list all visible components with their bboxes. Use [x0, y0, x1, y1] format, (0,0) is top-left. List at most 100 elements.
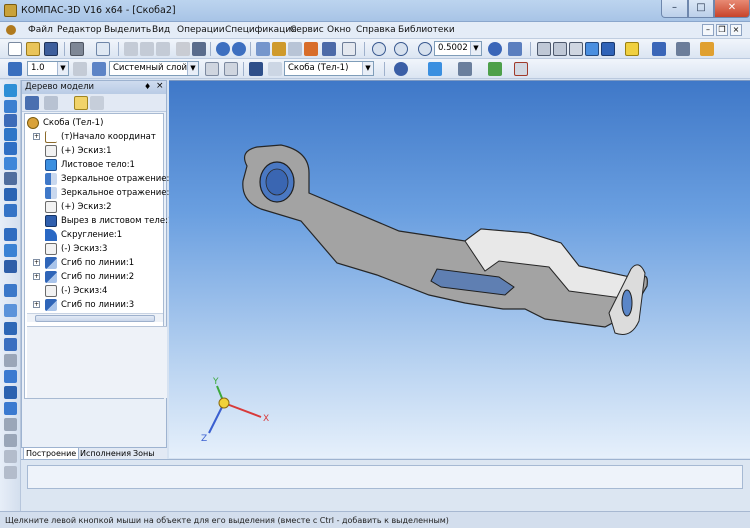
menu-window[interactable]: Окно — [327, 25, 351, 35]
tree-horizontal-scrollbar[interactable] — [27, 313, 163, 322]
appearance-icon[interactable] — [700, 42, 714, 56]
angle-step-icon[interactable] — [73, 62, 87, 76]
cut-icon[interactable] — [124, 42, 138, 56]
part-icon[interactable] — [268, 62, 282, 76]
tool-icon[interactable] — [4, 204, 17, 217]
calculator-icon[interactable] — [322, 42, 336, 56]
tool-icon[interactable] — [4, 244, 17, 257]
shaded-edges-icon[interactable] — [601, 42, 615, 56]
menu-file[interactable]: Файл — [28, 25, 53, 35]
variables-icon[interactable] — [288, 42, 302, 56]
tool-icon[interactable] — [4, 322, 17, 335]
preview-icon[interactable] — [96, 42, 110, 56]
tree-item-sketch-1[interactable]: (+) Эскиз:1 — [25, 144, 165, 158]
layer-properties-icon[interactable] — [224, 62, 238, 76]
part-combo[interactable]: Скоба (Тел-1) ▼ — [284, 61, 374, 76]
step-icon[interactable] — [8, 62, 22, 76]
tree-item-sketch-4[interactable]: (-) Эскиз:4 — [25, 284, 165, 298]
zoom-icon[interactable] — [394, 42, 408, 56]
library-icon[interactable] — [272, 42, 286, 56]
chevron-down-icon[interactable]: ▼ — [470, 42, 481, 55]
chevron-down-icon[interactable]: ▼ — [362, 62, 373, 75]
edit-part-icon[interactable] — [249, 62, 263, 76]
paste-icon[interactable] — [156, 42, 170, 56]
tree-item-origin[interactable]: + (т)Начало координат — [25, 130, 165, 144]
view-mode-icon[interactable] — [652, 42, 666, 56]
menu-select[interactable]: Выделить — [104, 25, 151, 35]
tree-item-mirror-1[interactable]: Зеркальное отражение:1 — [25, 172, 175, 186]
menu-help[interactable]: Справка — [356, 25, 396, 35]
expand-icon[interactable]: + — [33, 301, 40, 308]
layer-manager-icon[interactable] — [205, 62, 219, 76]
close-icon[interactable]: × — [156, 81, 164, 91]
orientation-icon[interactable] — [508, 42, 522, 56]
rotate-icon[interactable] — [488, 42, 502, 56]
minimize-button[interactable]: – — [661, 0, 688, 18]
help-pointer-icon[interactable] — [342, 42, 356, 56]
format-painter-icon[interactable] — [176, 42, 190, 56]
tree-item-mirror-2[interactable]: Зеркальное отражение:2 — [25, 186, 175, 200]
text-icon[interactable] — [514, 62, 528, 76]
material-icon[interactable] — [428, 62, 442, 76]
tool-icon[interactable] — [4, 370, 17, 383]
tool-icon[interactable] — [4, 284, 17, 297]
chevron-down-icon[interactable]: ▼ — [187, 62, 198, 75]
step-combo[interactable]: 1.0 ▼ — [27, 61, 69, 76]
menu-operations[interactable]: Операции — [177, 25, 225, 35]
menu-specification[interactable]: Спецификация — [225, 25, 297, 35]
tool-icon[interactable] — [4, 142, 17, 155]
manager-icon[interactable] — [256, 42, 270, 56]
new-file-icon[interactable] — [8, 42, 22, 56]
tree-order-icon[interactable] — [44, 96, 58, 110]
scrollbar-thumb[interactable] — [35, 315, 155, 322]
save-icon[interactable] — [44, 42, 58, 56]
expand-icon[interactable]: + — [33, 133, 40, 140]
zoom-scale-icon[interactable] — [418, 42, 432, 56]
tool-icon[interactable] — [4, 354, 17, 367]
tool-icon[interactable] — [4, 418, 17, 431]
tool-icon[interactable] — [4, 466, 17, 479]
tool-icon[interactable] — [4, 172, 17, 185]
tree-item-bend-1[interactable]: + Сгиб по линии:1 — [25, 256, 165, 270]
chevron-down-icon[interactable]: ▼ — [57, 62, 68, 75]
tree-item-sheet-body[interactable]: Листовое тело:1 — [25, 158, 165, 172]
expand-icon[interactable]: + — [33, 259, 40, 266]
select-filter-icon[interactable] — [625, 42, 639, 56]
tool-icon[interactable] — [4, 450, 17, 463]
check-icon[interactable] — [488, 62, 502, 76]
layers-icon[interactable] — [92, 62, 106, 76]
wireframe-icon[interactable] — [537, 42, 551, 56]
tree-item-cutout[interactable]: Вырез в листовом теле:1 — [25, 214, 173, 228]
hidden-lines-icon[interactable] — [553, 42, 567, 56]
tree-item-fillet[interactable]: Скругление:1 — [25, 228, 165, 242]
maximize-button[interactable]: □ — [688, 0, 714, 18]
copy-icon[interactable] — [140, 42, 154, 56]
geometry-icon[interactable] — [304, 42, 318, 56]
redo-icon[interactable] — [232, 42, 246, 56]
tool-icon[interactable] — [4, 157, 17, 170]
shaded-icon[interactable] — [585, 42, 599, 56]
tool-icon[interactable] — [4, 386, 17, 399]
mass-properties-icon[interactable] — [458, 62, 472, 76]
zoom-window-icon[interactable] — [372, 42, 386, 56]
tool-icon[interactable] — [4, 188, 17, 201]
tool-icon[interactable] — [4, 434, 17, 447]
properties-icon[interactable] — [192, 42, 206, 56]
menu-view[interactable]: Вид — [152, 25, 170, 35]
tree-options-icon[interactable] — [90, 96, 104, 110]
document-menu-icon[interactable] — [6, 25, 16, 35]
tool-icon[interactable] — [4, 128, 17, 141]
tool-icon[interactable] — [4, 100, 17, 113]
tree-item-bend-3[interactable]: + Сгиб по линии:3 — [25, 298, 165, 312]
show-tree-icon[interactable] — [74, 96, 88, 110]
tool-icon[interactable] — [4, 304, 17, 317]
tool-icon[interactable] — [4, 260, 17, 273]
mdi-close-button[interactable]: × — [730, 24, 742, 36]
open-folder-icon[interactable] — [26, 42, 40, 56]
tree-item-root[interactable]: Скоба (Тел-1) — [25, 116, 165, 130]
mdi-minimize-button[interactable]: – — [702, 24, 714, 36]
section-icon[interactable] — [676, 42, 690, 56]
tree-item-bend-2[interactable]: + Сгиб по линии:2 — [25, 270, 165, 284]
property-field[interactable] — [27, 465, 743, 489]
zoom-combo[interactable]: 0.5002 ▼ — [434, 41, 482, 56]
